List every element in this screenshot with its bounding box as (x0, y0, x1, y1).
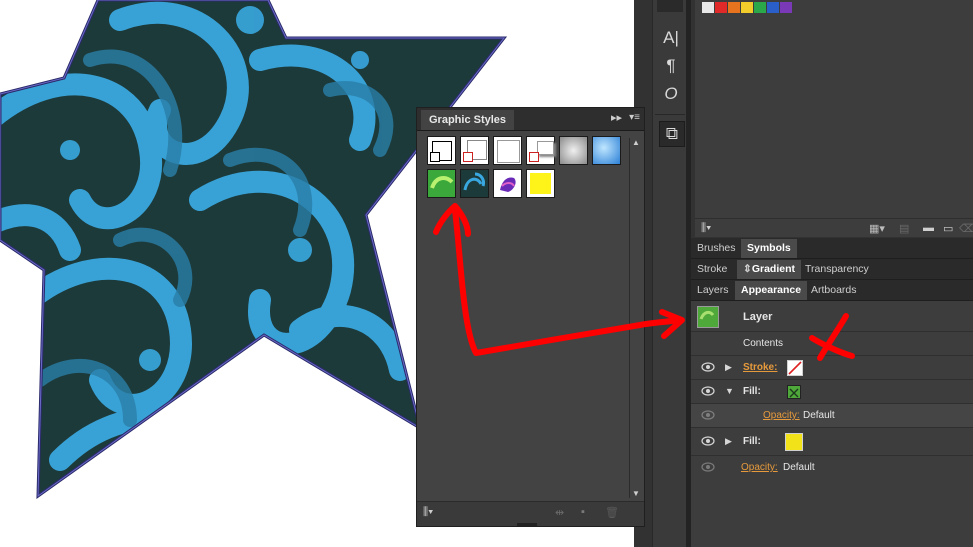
graphic-styles-library-icon[interactable]: ⫼▾ (423, 506, 433, 519)
collapse-triangle-icon[interactable]: ▼ (725, 386, 734, 396)
opacity-value: Default (783, 462, 815, 473)
panel-resize-grip[interactable] (517, 523, 537, 526)
appearance-opacity-row-1[interactable]: Opacity: Default (691, 404, 973, 428)
green-pattern-style-icon[interactable] (427, 169, 456, 198)
fill-pattern-swatch-icon[interactable] (787, 385, 801, 399)
fill-yellow-swatch-icon[interactable] (785, 433, 803, 451)
stroke-none-swatch-icon[interactable] (787, 360, 803, 376)
swatch-chip[interactable] (780, 2, 792, 13)
swatch-kind-icon[interactable]: ▦▾ (869, 222, 885, 235)
appearance-contents-row[interactable]: Contents (691, 332, 973, 356)
tab-graphic-styles[interactable]: Graphic Styles (421, 110, 515, 130)
visibility-eye-icon[interactable] (701, 436, 715, 446)
stroke-gradient-tabbar: Stroke ⇕Gradient Transparency (691, 259, 973, 280)
tab-appearance[interactable]: Appearance (735, 281, 808, 300)
scroll-up-arrow-icon[interactable]: ▲ (632, 138, 640, 147)
graphic-styles-scrollbar[interactable]: ▲ ▼ (629, 138, 642, 498)
scroll-down-arrow-icon[interactable]: ▼ (632, 489, 640, 498)
appearance-fill-row-2[interactable]: ▶ Fill: (691, 428, 973, 456)
panel-menu-icon[interactable]: ▾≡ (629, 112, 640, 123)
character-icon[interactable]: A| (659, 26, 683, 50)
tab-gradient[interactable]: ⇕Gradient (737, 260, 801, 279)
appearance-target-label: Layer (743, 311, 773, 323)
appearance-stroke-row[interactable]: ▶ Stroke: (691, 356, 973, 380)
tool-divider (655, 114, 685, 115)
break-link-icon[interactable]: ⇹ (555, 506, 564, 519)
fill-label[interactable]: Fill: (743, 436, 761, 447)
no-stroke-style-icon[interactable] (460, 136, 489, 165)
delete-graphic-style-icon[interactable]: 🗑 (605, 506, 619, 519)
swatch-color-strip[interactable] (700, 0, 800, 14)
swatch-chip[interactable] (754, 2, 766, 13)
swatch-chip[interactable] (728, 2, 740, 13)
appearance-target-row: Layer (691, 304, 973, 332)
swatch-chip[interactable] (767, 2, 779, 13)
graphic-styles-panel: Graphic Styles ▸▸ ▾≡ ▲ ▼ ⫼▾ ⇹ ▪ 🗑 (416, 107, 645, 527)
opacity-label[interactable]: Opacity: (763, 410, 800, 421)
expand-triangle-icon[interactable]: ▶ (725, 362, 732, 373)
purple-splash-style-icon[interactable] (493, 169, 522, 198)
stroke-label[interactable]: Stroke: (743, 362, 777, 373)
appearance-opacity-row-2[interactable]: Opacity: Default (691, 456, 973, 480)
expand-triangle-icon[interactable]: ▶ (725, 436, 732, 447)
panel-icons-column: A| ¶ O ⧉ (652, 0, 688, 547)
tab-artboards[interactable]: Artboards (805, 281, 863, 300)
appearance-fill-row-1[interactable]: ▼ Fill: (691, 380, 973, 404)
visibility-eye-icon[interactable] (701, 386, 715, 396)
tab-stroke[interactable]: Stroke (691, 260, 733, 279)
new-color-group-icon[interactable]: ▬ (923, 222, 934, 234)
gradient-tab-arrows-icon: ⇕ (743, 263, 752, 275)
paragraph-icon[interactable]: ¶ (659, 54, 683, 78)
tab-gradient-label: Gradient (751, 263, 795, 275)
tab-symbols[interactable]: Symbols (741, 239, 797, 258)
swatches-panel-footer: ⫼▾ ▦▾ ▤ ▬ ▭ ⌫ (695, 218, 973, 239)
swatch-chip[interactable] (715, 2, 727, 13)
layers-appearance-tabbar: Layers Appearance Artboards (691, 280, 973, 301)
fill-label[interactable]: Fill: (743, 386, 761, 397)
swatch-options-icon[interactable]: ▤ (899, 222, 909, 235)
new-swatch-icon[interactable]: ▭ (943, 222, 953, 235)
swatch-chip[interactable] (702, 2, 714, 13)
opacity-label[interactable]: Opacity: (741, 462, 778, 473)
contents-label: Contents (743, 338, 784, 349)
layer-thumbnail-icon (697, 306, 719, 328)
double-chevron-right-icon[interactable]: ▸▸ (611, 111, 622, 124)
gray-gradient-style-icon[interactable] (559, 136, 588, 165)
delete-swatch-icon[interactable]: ⌫ (959, 222, 973, 235)
brushes-symbols-tabbar: Brushes Symbols (691, 238, 973, 259)
blue-gradient-style-icon[interactable] (592, 136, 621, 165)
swatch-library-icon[interactable]: ⫼▾ (701, 222, 711, 235)
swatch-chip[interactable] (741, 2, 753, 13)
dock-grip[interactable] (657, 0, 683, 12)
graphic-styles-footer: ⫼▾ ⇹ ▪ 🗑 (417, 501, 644, 526)
opacity-value: Default (803, 410, 835, 421)
tab-brushes[interactable]: Brushes (691, 239, 742, 258)
default-style-icon[interactable] (427, 136, 456, 165)
white-style-icon[interactable] (493, 136, 522, 165)
transform-icon[interactable]: ⧉ (659, 121, 685, 147)
visibility-eye-icon[interactable] (701, 462, 715, 472)
swatches-panel (695, 0, 973, 237)
yellow-style-icon[interactable] (526, 169, 555, 198)
visibility-eye-icon[interactable] (701, 410, 715, 420)
tab-layers[interactable]: Layers (691, 281, 735, 300)
new-graphic-style-icon[interactable]: ▪ (581, 506, 585, 518)
graphic-styles-tabbar: Graphic Styles ▸▸ ▾≡ (417, 108, 644, 131)
opentype-icon[interactable]: O (659, 82, 683, 106)
shadow-style-icon[interactable] (526, 136, 555, 165)
visibility-eye-icon[interactable] (701, 362, 715, 372)
blue-pattern-style-icon[interactable] (460, 169, 489, 198)
tab-transparency[interactable]: Transparency (799, 260, 875, 279)
